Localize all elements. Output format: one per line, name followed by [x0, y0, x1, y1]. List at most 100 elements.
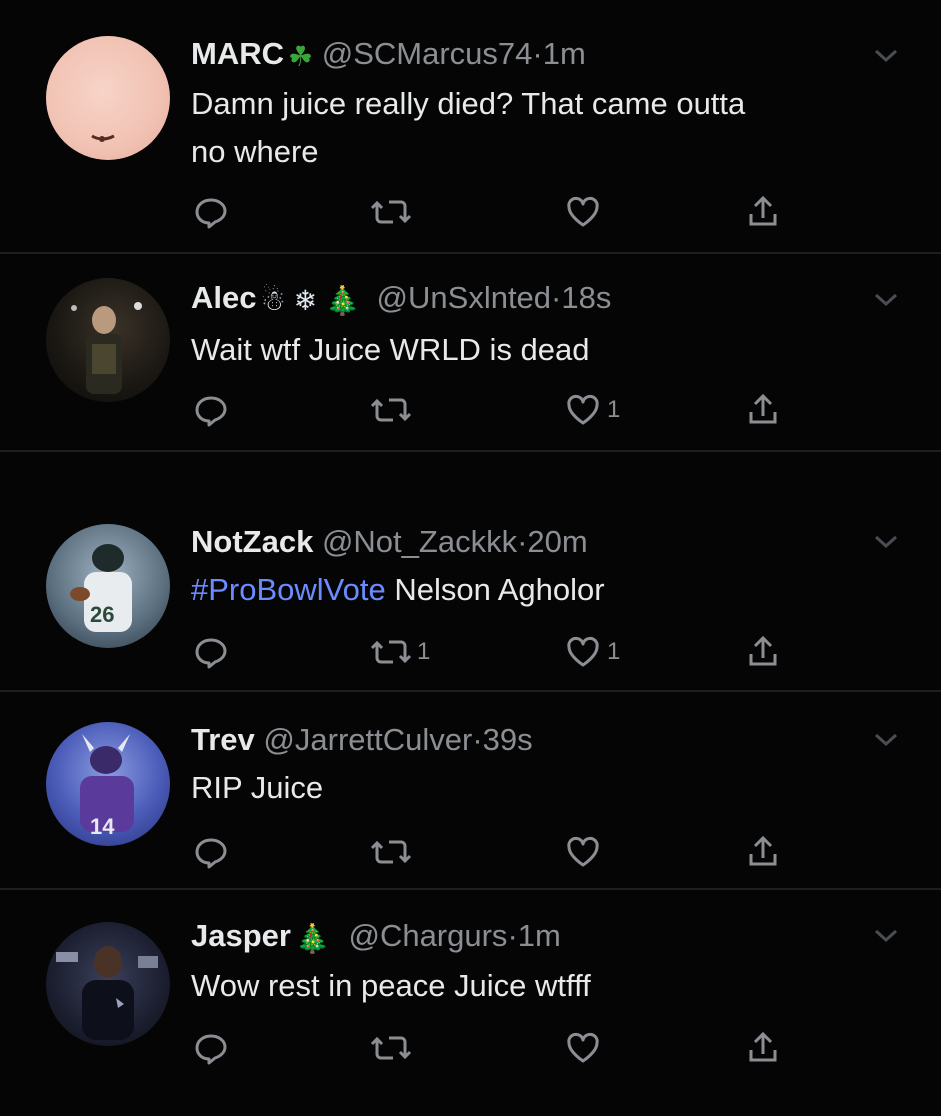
reply-button[interactable]	[191, 632, 231, 672]
reply-button[interactable]	[191, 832, 231, 872]
display-name[interactable]: MARC	[191, 36, 284, 71]
user-handle[interactable]: @SCMarcus74	[322, 36, 533, 71]
display-name[interactable]: Trev	[191, 722, 255, 757]
like-button[interactable]	[563, 832, 607, 872]
chevron-down-icon[interactable]	[872, 532, 900, 552]
retweet-icon	[369, 390, 413, 430]
tweet[interactable]: Jasper 🎄 @Chargurs·1m Wow rest in peace J…	[0, 890, 941, 1116]
share-icon	[743, 390, 783, 430]
tweet-text-line: Wow rest in peace Juice wtfff	[191, 968, 591, 1003]
timestamp[interactable]: 20m	[527, 524, 587, 559]
tweet-header: Alec ☃❄🎄 @UnSxlnted·18s	[191, 278, 611, 321]
tweet-text-line: Damn juice really died? That came outta	[191, 86, 746, 121]
share-icon	[743, 1028, 783, 1068]
display-name[interactable]: Jasper	[191, 918, 291, 953]
share-button[interactable]	[743, 832, 783, 872]
like-button[interactable]: 1	[563, 390, 620, 430]
tweet-feed: MARC ☘ @SCMarcus74·1m Damn juice really d…	[0, 0, 941, 1116]
chevron-down-icon[interactable]	[872, 290, 900, 310]
shamrock-icon: ☘	[288, 41, 314, 72]
chevron-down-icon[interactable]	[872, 46, 900, 66]
reply-icon	[191, 832, 231, 872]
retweet-button[interactable]	[369, 390, 417, 430]
separator-dot: ·	[551, 280, 562, 315]
retweet-count: 1	[417, 638, 431, 665]
timestamp[interactable]: 39s	[483, 722, 533, 757]
tweet-actions: 1	[191, 390, 791, 430]
retweet-icon	[369, 832, 413, 872]
svg-text:14: 14	[90, 814, 115, 839]
separator-dot: ·	[472, 722, 483, 757]
share-button[interactable]	[743, 192, 783, 232]
tweet-text-line: no where	[191, 134, 319, 169]
reply-button[interactable]	[191, 390, 231, 430]
separator-dot: ·	[517, 524, 528, 559]
heart-icon	[563, 832, 603, 872]
tweet-actions	[191, 192, 791, 232]
share-icon	[743, 632, 783, 672]
reply-icon	[191, 390, 231, 430]
display-name[interactable]: Alec	[191, 280, 256, 315]
avatar[interactable]: 26	[46, 524, 170, 648]
share-button[interactable]	[743, 390, 783, 430]
share-button[interactable]	[743, 632, 783, 672]
hashtag-link[interactable]: #ProBowlVote	[191, 572, 386, 607]
timestamp[interactable]: 1m	[518, 918, 561, 953]
christmas-tree-icon: 🎄	[294, 923, 330, 954]
tweet[interactable]: 14 Trev @JarrettCulver·39s RIP Juice	[0, 692, 941, 888]
reply-icon	[191, 632, 231, 672]
share-icon	[743, 192, 783, 232]
tweet[interactable]: MARC ☘ @SCMarcus74·1m Damn juice really d…	[0, 0, 941, 250]
retweet-button[interactable]	[369, 192, 417, 232]
avatar[interactable]	[46, 922, 170, 1046]
avatar[interactable]	[46, 278, 170, 402]
reply-icon	[191, 1028, 231, 1068]
tweet-text-line: RIP Juice	[191, 770, 324, 805]
retweet-button[interactable]	[369, 1028, 417, 1068]
timestamp[interactable]: 1m	[543, 36, 586, 71]
user-handle[interactable]: @JarrettCulver	[263, 722, 472, 757]
heart-icon	[563, 390, 603, 430]
svg-text:26: 26	[90, 602, 114, 627]
divider	[0, 450, 941, 452]
tweet-actions	[191, 1028, 791, 1068]
tweet-text-line: Nelson Agholor	[385, 572, 605, 607]
retweet-button[interactable]: 1	[369, 632, 430, 672]
tweet-text: Damn juice really died? That came outta …	[191, 80, 881, 176]
tweet-header: Trev @JarrettCulver·39s	[191, 720, 533, 760]
user-handle[interactable]: @Not_Zackkk	[322, 524, 517, 559]
snowman-snowflake-tree-icon: ☃❄🎄	[260, 285, 368, 316]
tweet-text-line: Wait wtf Juice WRLD is dead	[191, 332, 590, 367]
user-handle[interactable]: @Chargurs	[348, 918, 507, 953]
retweet-button[interactable]	[369, 832, 417, 872]
tweet-text: #ProBowlVote Nelson Agholor	[191, 566, 881, 614]
like-button[interactable]: 1	[563, 632, 620, 672]
tweet-header: Jasper 🎄 @Chargurs·1m	[191, 916, 561, 959]
separator-dot: ·	[532, 36, 543, 71]
share-button[interactable]	[743, 1028, 783, 1068]
chevron-down-icon[interactable]	[872, 730, 900, 750]
reply-button[interactable]	[191, 1028, 231, 1068]
tweet-text: Wait wtf Juice WRLD is dead	[191, 326, 881, 374]
heart-icon	[563, 1028, 603, 1068]
avatar[interactable]	[46, 36, 170, 160]
tweet-header: NotZack @Not_Zackkk·20m	[191, 522, 588, 562]
tweet[interactable]: Alec ☃❄🎄 @UnSxlnted·18s Wait wtf Juice WR…	[0, 254, 941, 448]
tweet-text: RIP Juice	[191, 764, 881, 812]
display-name[interactable]: NotZack	[191, 524, 313, 559]
reply-button[interactable]	[191, 192, 231, 232]
retweet-icon	[369, 192, 413, 232]
chevron-down-icon[interactable]	[872, 926, 900, 946]
timestamp[interactable]: 18s	[561, 280, 611, 315]
tweet-actions: 1 1	[191, 632, 791, 672]
avatar[interactable]: 14	[46, 722, 170, 846]
like-button[interactable]	[563, 192, 607, 232]
tweet-actions	[191, 832, 791, 872]
like-button[interactable]	[563, 1028, 607, 1068]
heart-icon	[563, 192, 603, 232]
user-handle[interactable]: @UnSxlnted	[377, 280, 552, 315]
heart-icon	[563, 632, 603, 672]
retweet-icon	[369, 632, 413, 672]
tweet[interactable]: 26 NotZack @Not_Zackkk·20m #ProBowlVote …	[0, 494, 941, 690]
tweet-text: Wow rest in peace Juice wtfff	[191, 962, 881, 1010]
